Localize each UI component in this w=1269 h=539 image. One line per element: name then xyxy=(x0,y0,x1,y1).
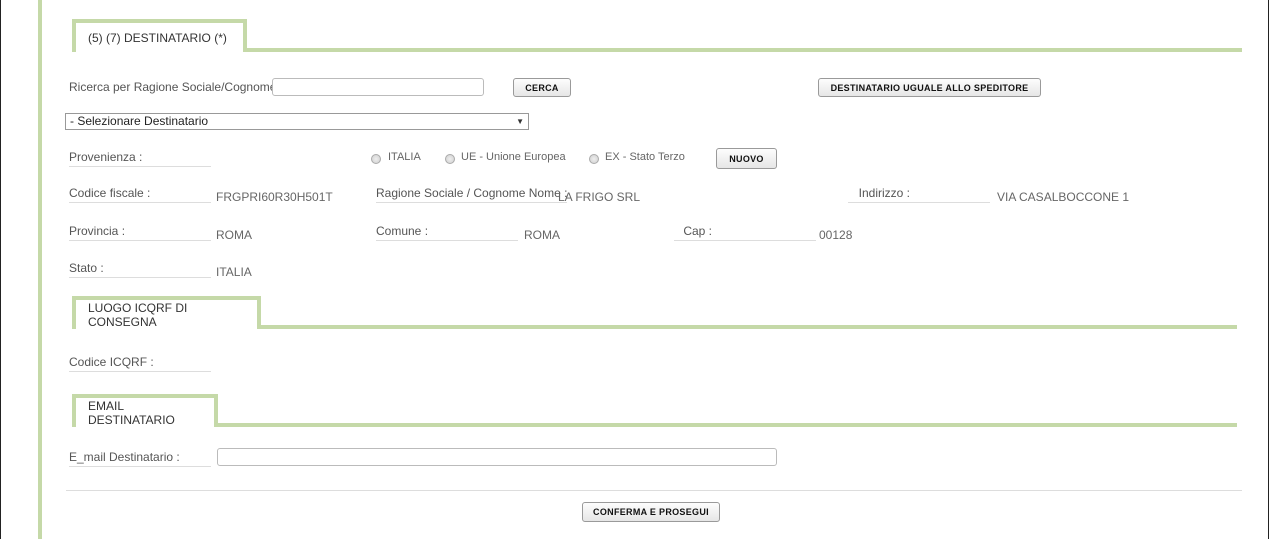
indirizzo-value: VIA CASALBOCCONE 1 xyxy=(997,190,1130,204)
radio-ex-label: EX - Stato Terzo xyxy=(605,151,685,163)
email-input[interactable] xyxy=(217,448,777,466)
section-title-text: LUOGO ICQRF DI CONSEGNA xyxy=(88,300,188,329)
stato-value: ITALIA xyxy=(216,265,252,279)
same-as-sender-button[interactable]: DESTINATARIO UGUALE ALLO SPEDITORE xyxy=(818,78,1041,97)
email-label: E_mail Destinatario : xyxy=(69,450,211,467)
section-title-text: (5) (7) DESTINATARIO (*) xyxy=(88,30,227,45)
search-label: Ricerca per Ragione Sociale/Cognome: xyxy=(69,80,280,94)
section-title-text: EMAIL DESTINATARIO xyxy=(88,398,175,427)
radio-italia-label: ITALIA xyxy=(388,151,421,163)
section-divider-destinatario xyxy=(72,48,1242,52)
destinatario-select-value: - Selezionare Destinatario xyxy=(70,114,209,128)
radio-ue[interactable] xyxy=(445,154,455,164)
comune-label: Comune : xyxy=(376,224,518,241)
section-divider-email xyxy=(72,423,1237,427)
search-input[interactable] xyxy=(272,78,484,96)
destinatario-select[interactable]: - Selezionare Destinatario ▼ xyxy=(65,113,529,130)
provincia-label: Provincia : xyxy=(69,224,211,241)
cap-label: Cap : xyxy=(674,224,816,241)
left-rail xyxy=(38,0,42,539)
chevron-down-icon: ▼ xyxy=(516,117,524,126)
radio-ue-label: UE - Unione Europea xyxy=(461,151,566,163)
codice-fiscale-value: FRGPRI60R30H501T xyxy=(216,190,333,204)
section-title-destinatario: (5) (7) DESTINATARIO (*) xyxy=(72,19,247,52)
ragione-sociale-label: Ragione Sociale / Cognome Nome : xyxy=(376,186,568,203)
search-button[interactable]: CERCA xyxy=(513,78,571,97)
confirm-continue-button[interactable]: CONFERMA E PROSEGUI xyxy=(582,502,720,522)
codice-fiscale-label: Codice fiscale : xyxy=(69,186,211,203)
new-button[interactable]: NUOVO xyxy=(716,148,777,169)
comune-value: ROMA xyxy=(524,228,560,242)
codice-icqrf-label: Codice ICQRF : xyxy=(69,355,211,372)
footer-divider xyxy=(66,490,1242,491)
cap-value: 00128 xyxy=(819,228,853,242)
provenienza-label: Provenienza : xyxy=(69,150,211,167)
indirizzo-label: Indirizzo : xyxy=(848,186,990,203)
ragione-sociale-value: LA FRIGO SRL xyxy=(558,190,641,204)
radio-italia[interactable] xyxy=(371,154,381,164)
section-title-email: EMAIL DESTINATARIO xyxy=(72,394,218,427)
section-title-luogo: LUOGO ICQRF DI CONSEGNA xyxy=(72,296,261,329)
radio-ex[interactable] xyxy=(589,154,599,164)
stato-label: Stato : xyxy=(69,261,211,278)
provincia-value: ROMA xyxy=(216,228,252,242)
